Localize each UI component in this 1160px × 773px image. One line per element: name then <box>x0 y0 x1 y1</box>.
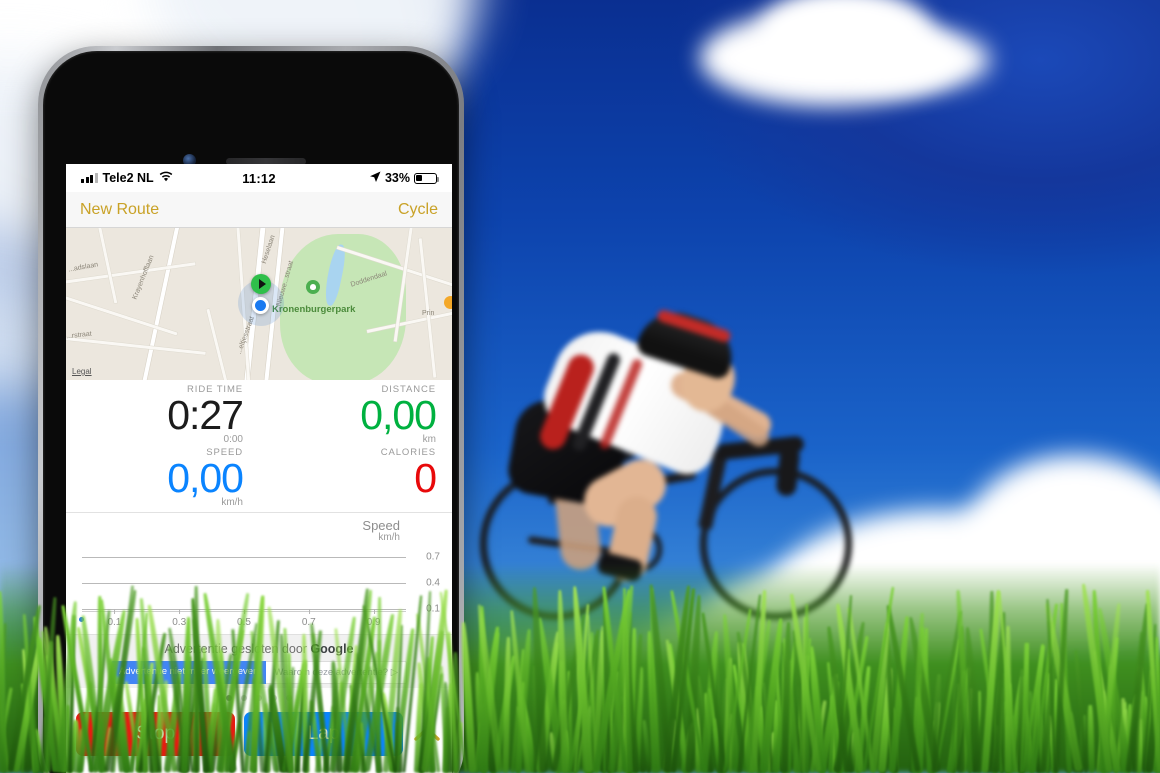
poi-marker[interactable] <box>444 296 452 309</box>
status-bar: Tele2 NL 11:12 33% <box>66 164 452 192</box>
stats-row-1: RIDE TIME 0:27 0:00 DISTANCE 0,00 km <box>66 384 452 447</box>
status-right: 33% <box>369 171 440 186</box>
chart-y-tick-label: 0.4 <box>426 577 440 589</box>
stat-distance: DISTANCE 0,00 km <box>259 384 452 447</box>
phone-top-bezel <box>43 51 459 167</box>
chart-x-tick-label: 0.3 <box>172 608 187 628</box>
road <box>97 228 117 304</box>
signal-bars-icon <box>81 173 98 183</box>
chart-gridline <box>82 556 406 558</box>
wifi-icon <box>159 171 173 185</box>
stat-calories: CALORIES 0 <box>259 447 452 510</box>
current-location-dot <box>252 297 269 314</box>
street-label: ...adslaan <box>67 261 99 274</box>
chart-title: Speed <box>362 517 400 533</box>
stats-panel: RIDE TIME 0:27 0:00 DISTANCE 0,00 km SPE… <box>66 380 452 512</box>
carrier-label: Tele2 NL <box>102 171 154 185</box>
road <box>66 336 206 355</box>
cloud <box>840 30 990 90</box>
battery-icon <box>414 172 440 184</box>
stats-row-2: SPEED 0,00 km/h CALORIES 0 <box>66 447 452 510</box>
chart-title-block: Speed km/h <box>362 517 400 544</box>
map-legal-link[interactable]: Legal <box>72 367 92 376</box>
status-left: Tele2 NL <box>81 171 173 185</box>
park-tree-icon <box>306 280 320 294</box>
road <box>206 308 229 380</box>
street-label: Krayenhofflaan <box>131 254 156 301</box>
chart-subtitle: km/h <box>378 531 400 543</box>
new-route-button[interactable]: New Route <box>80 201 159 219</box>
stat-label: CALORIES <box>380 446 436 458</box>
street-label: Prin <box>422 310 435 317</box>
stat-ride-time: RIDE TIME 0:27 0:00 <box>66 384 259 447</box>
stat-value: 0:27 <box>167 392 244 438</box>
stat-value: 0 <box>414 454 437 501</box>
stat-speed: SPEED 0,00 km/h <box>66 447 259 510</box>
chart-y-tick-label: 0.7 <box>426 551 440 563</box>
stat-value: 0,00 <box>360 392 437 438</box>
location-arrow-icon <box>369 171 381 186</box>
cycle-activity-button[interactable]: Cycle <box>398 201 438 219</box>
start-marker-icon[interactable] <box>251 274 271 294</box>
map-view[interactable]: Heselaan Nieuwe...straat Doddendaal Krayenh… <box>66 228 452 380</box>
navigation-bar: New Route Cycle <box>66 192 452 228</box>
stat-value: 0,00 <box>167 454 244 501</box>
battery-percent-label: 33% <box>384 171 410 185</box>
chart-gridline <box>82 582 406 584</box>
park-label: Kronenburgerpark <box>272 304 356 315</box>
chart-x-tick-label: 0.7 <box>301 608 316 628</box>
road <box>140 228 180 380</box>
road <box>418 238 436 378</box>
